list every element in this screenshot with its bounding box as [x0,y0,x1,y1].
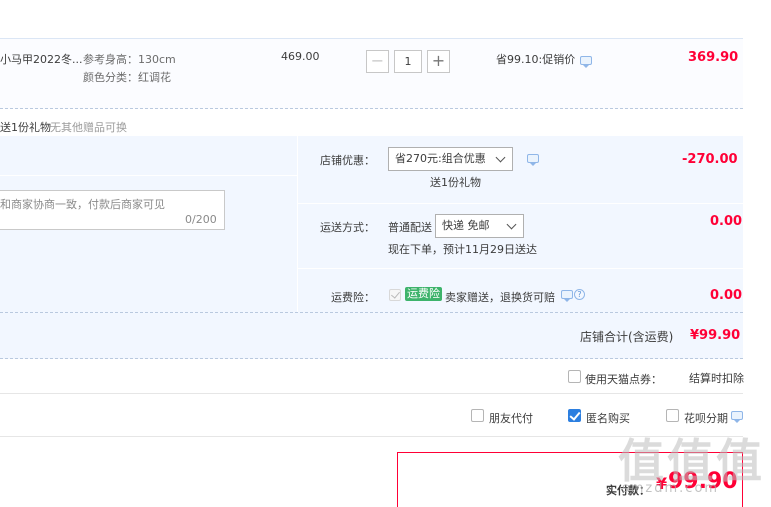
divider [0,393,743,394]
chat-icon[interactable] [580,56,592,68]
question-icon[interactable]: ? [574,289,585,300]
shipping-label: 运送方式： [320,221,375,234]
shop-discount-gift: 送1份礼物 [430,176,481,189]
quantity-plus-button[interactable]: + [427,50,450,73]
item-sku-color: 颜色分类：红调花 [83,71,171,84]
gift-label: 送1份礼物 [0,121,51,134]
item-sku-height: 参考身高：130cm [83,53,176,66]
subtotal-label: 店铺合计(含运费) [580,330,674,344]
message-counter: 0/200 [185,213,217,226]
insurance-amount: 0.00 [710,288,743,303]
quantity-minus-button[interactable]: − [366,50,389,73]
watermark-site: smzdm.com [622,481,720,496]
panel-divider [298,203,743,204]
insurance-label: 运费险： [331,291,375,304]
subtotal-amount: ¥99.90 [690,328,741,343]
gift-note: 无其他赠品可换 [50,121,127,134]
insurance-desc: 卖家赠送，退换货可赔 [445,291,555,304]
chevron-down-icon [495,152,506,163]
item-title[interactable]: 小马甲2022冬... [0,51,82,67]
panel-divider [298,268,743,269]
insurance-badge: 运费险 [405,287,442,301]
friend-pay-label: 朋友代付 [489,412,533,425]
tmall-points-note: 结算时扣除 [689,372,744,385]
huabei-label: 花呗分期 [684,412,728,425]
shipping-selected: 快递 免邮 [442,219,490,232]
chat-icon[interactable] [561,290,573,302]
panel-divider [297,136,298,312]
chat-icon[interactable] [527,154,539,166]
shop-discount-amount: -270.00 [682,152,738,167]
chevron-down-icon [506,219,517,230]
message-placeholder: 和商家协商一致，付款后商家可见 [0,198,165,211]
friend-pay-checkbox[interactable] [471,409,484,422]
shop-discount-label: 店铺优惠： [320,154,375,167]
anonymous-label: 匿名购买 [586,412,630,425]
shipping-eta: 现在下单，预计11月29日送达 [388,243,537,256]
insurance-checkbox [389,289,401,301]
shop-discount-select[interactable]: 省270元:组合优惠 [388,147,513,171]
item-total-price: 369.90 [688,50,739,65]
shop-discount-selected: 省270元:组合优惠 [395,152,486,165]
item-unit-price: 469.00 [281,50,320,63]
panel-divider [0,175,297,176]
shipping-type: 普通配送 [388,221,432,234]
anonymous-checkbox[interactable] [568,409,581,422]
shipping-select[interactable]: 快递 免邮 [435,214,524,238]
shipping-amount: 0.00 [710,214,743,229]
quantity-input[interactable]: 1 [394,50,422,73]
huabei-checkbox[interactable] [666,409,679,422]
item-discount: 省99.10:促销价 [496,53,576,66]
chat-icon[interactable] [731,411,743,423]
tmall-points-checkbox[interactable] [568,370,581,383]
tmall-points-label: 使用天猫点券： [585,373,662,386]
